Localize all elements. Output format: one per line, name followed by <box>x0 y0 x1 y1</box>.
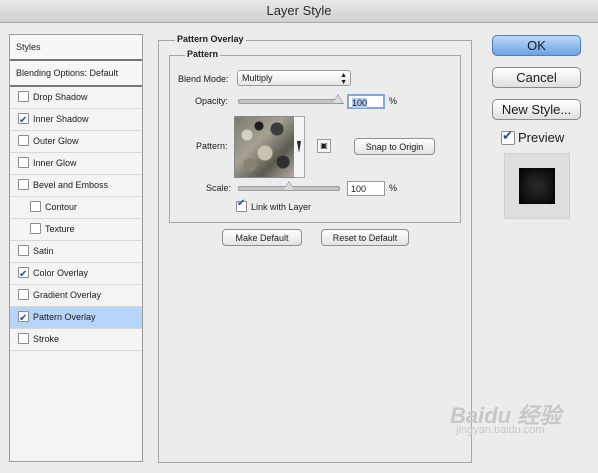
styles-list: Styles Blending Options: Default Drop Sh… <box>9 34 143 462</box>
style-item-checkbox[interactable] <box>18 264 29 285</box>
scale-slider-thumb[interactable] <box>283 181 295 191</box>
style-item-label: Contour <box>45 202 78 212</box>
scale-label: Scale: <box>206 183 232 193</box>
opacity-label: Opacity: <box>195 96 229 106</box>
style-item-texture[interactable]: Texture <box>10 219 142 241</box>
style-item-gradient-overlay[interactable]: Gradient Overlay <box>10 285 142 307</box>
preview-swatch <box>519 168 555 204</box>
style-item-pattern-overlay[interactable]: Pattern Overlay <box>10 307 142 329</box>
link-with-layer-label: Link with Layer <box>251 202 312 212</box>
style-item-checkbox[interactable] <box>18 157 29 169</box>
snap-to-origin-button[interactable]: Snap to Origin <box>354 138 435 155</box>
pattern-subgroup-title: Pattern <box>185 49 221 59</box>
opacity-unit: % <box>389 96 398 106</box>
new-style-button[interactable]: New Style... <box>492 99 581 120</box>
pattern-picker-arrow-icon[interactable] <box>294 116 305 178</box>
reset-to-default-button[interactable]: Reset to Default <box>321 229 409 246</box>
opacity-input[interactable]: 100 <box>347 94 385 109</box>
style-item-label: Gradient Overlay <box>33 290 102 300</box>
style-item-satin[interactable]: Satin <box>10 241 142 263</box>
link-with-layer[interactable]: Link with Layer <box>236 198 312 213</box>
style-item-checkbox[interactable] <box>18 135 29 147</box>
styles-header[interactable]: Styles <box>10 35 142 61</box>
opacity-slider-thumb[interactable] <box>332 94 344 104</box>
scale-unit: % <box>389 183 398 193</box>
preview-thumbnail <box>504 153 570 219</box>
style-item-checkbox[interactable] <box>18 91 29 103</box>
style-item-checkbox[interactable] <box>18 110 29 131</box>
window-title: Layer Style <box>0 0 598 23</box>
style-item-label: Inner Glow <box>33 158 77 168</box>
style-item-inner-shadow[interactable]: Inner Shadow <box>10 109 142 131</box>
style-item-checkbox[interactable] <box>18 245 29 257</box>
style-item-stroke[interactable]: Stroke <box>10 329 142 351</box>
style-item-label: Bevel and Emboss <box>33 180 109 190</box>
blending-options-item[interactable]: Blending Options: Default <box>10 61 142 87</box>
style-item-label: Pattern Overlay <box>33 312 96 322</box>
make-default-button[interactable]: Make Default <box>222 229 302 246</box>
style-item-bevel-and-emboss[interactable]: Bevel and Emboss <box>10 175 142 197</box>
style-item-color-overlay[interactable]: Color Overlay <box>10 263 142 285</box>
style-item-contour[interactable]: Contour <box>10 197 142 219</box>
style-item-label: Stroke <box>33 334 60 344</box>
opacity-value: 100 <box>352 98 368 108</box>
style-item-label: Inner Shadow <box>33 114 89 124</box>
select-arrows-icon: ▲ ▼ <box>340 72 347 86</box>
style-item-drop-shadow[interactable]: Drop Shadow <box>10 87 142 109</box>
style-item-checkbox[interactable] <box>18 179 29 191</box>
ok-button[interactable]: OK <box>492 35 581 56</box>
preview-label: Preview <box>518 130 565 145</box>
watermark-url: jingyan.baidu.com <box>456 424 545 436</box>
link-with-layer-checkbox[interactable] <box>236 198 247 213</box>
pattern-label: Pattern: <box>196 141 228 151</box>
scale-input[interactable]: 100 <box>347 181 385 196</box>
style-item-label: Color Overlay <box>33 268 89 278</box>
cancel-button[interactable]: Cancel <box>492 67 581 88</box>
style-item-label: Outer Glow <box>33 136 79 146</box>
preview-checkbox[interactable] <box>501 129 515 145</box>
style-item-checkbox[interactable] <box>18 289 29 301</box>
opacity-slider[interactable] <box>238 99 340 104</box>
style-item-outer-glow[interactable]: Outer Glow <box>10 131 142 153</box>
style-item-label: Texture <box>45 224 75 234</box>
style-item-checkbox[interactable] <box>18 308 29 329</box>
style-item-checkbox[interactable] <box>30 201 41 213</box>
blend-mode-value: Multiply <box>242 73 273 83</box>
scale-value: 100 <box>351 184 367 194</box>
blend-mode-select[interactable]: Multiply ▲ ▼ <box>237 70 351 86</box>
blend-mode-label: Blend Mode: <box>178 74 229 84</box>
style-item-inner-glow[interactable]: Inner Glow <box>10 153 142 175</box>
pattern-overlay-title: Pattern Overlay <box>175 34 246 44</box>
pattern-swatch[interactable] <box>234 116 296 178</box>
style-item-label: Satin <box>33 246 54 256</box>
style-item-checkbox[interactable] <box>18 333 29 345</box>
new-preset-icon[interactable]: ▣ <box>317 139 331 153</box>
style-item-checkbox[interactable] <box>30 223 41 235</box>
style-item-label: Drop Shadow <box>33 92 88 102</box>
